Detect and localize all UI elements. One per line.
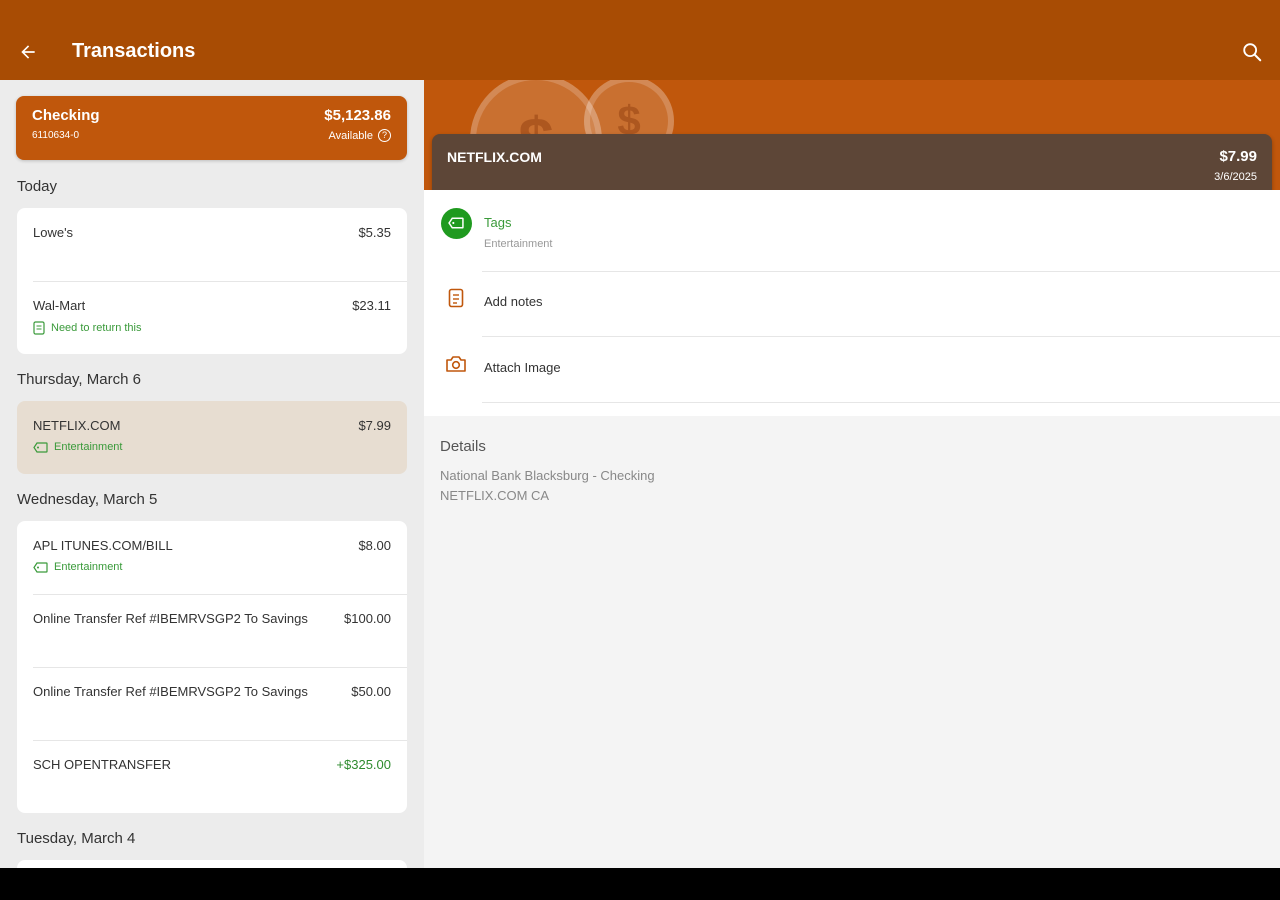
available-label: Available ? [329, 129, 391, 142]
transaction-tag-text: Entertainment [54, 561, 123, 573]
tags-label: Tags [484, 215, 512, 230]
details-merchant-line: NETFLIX.COM CA [440, 488, 550, 503]
transaction-group-today: Lowe's $5.35 Wal-Mart $23.11 Need to ret… [17, 208, 407, 354]
transaction-tag-text: Entertainment [54, 441, 123, 453]
detail-date: 3/6/2025 [1214, 171, 1257, 183]
section-heading-wed: Wednesday, March 5 [17, 491, 158, 508]
transaction-amount: $8.00 [358, 538, 391, 553]
transaction-row[interactable]: Online Transfer Ref #IBEMRVSGP2 To Savin… [17, 667, 407, 740]
transaction-name: Wal-Mart [33, 298, 86, 313]
tag-icon [33, 561, 48, 573]
transaction-note: Need to return this [33, 321, 142, 335]
tag-icon [33, 441, 48, 453]
transaction-row[interactable]: Lowe's $5.35 [17, 208, 407, 281]
attach-image-label: Attach Image [484, 360, 561, 375]
transaction-group-tue [17, 860, 407, 868]
transaction-amount: +$325.00 [336, 757, 391, 772]
tags-icon-wrap [440, 207, 472, 239]
add-notes-action[interactable]: Add notes [424, 272, 1280, 338]
transaction-row[interactable]: SCH OPENTRANSFER +$325.00 [17, 740, 407, 813]
transaction-row-selected[interactable]: NETFLIX.COM $7.99 Entertainment [17, 401, 407, 474]
transactions-list-panel[interactable]: Checking 6110634-0 $5,123.86 Available ?… [0, 80, 424, 868]
transaction-detail-panel: $ $ NETFLIX.COM $7.99 3/6/2025 Tags Ente… [424, 80, 1280, 868]
section-heading-thu: Thursday, March 6 [17, 371, 141, 388]
detail-actions: Tags Entertainment Add notes Attach Imag… [424, 190, 1280, 416]
section-heading-tue: Tuesday, March 4 [17, 830, 136, 847]
divider [482, 402, 1280, 403]
transaction-amount: $23.11 [352, 298, 391, 313]
transaction-row[interactable]: Online Transfer Ref #IBEMRVSGP2 To Savin… [17, 594, 407, 667]
transaction-amount: $100.00 [344, 611, 391, 626]
transaction-name: NETFLIX.COM [33, 418, 121, 433]
detail-amount: $7.99 [1219, 148, 1257, 165]
account-card[interactable]: Checking 6110634-0 $5,123.86 Available ? [16, 96, 407, 160]
details-account-line: National Bank Blacksburg - Checking [440, 468, 655, 483]
transaction-amount: $7.99 [358, 418, 391, 433]
search-button[interactable] [1238, 38, 1266, 66]
tags-value: Entertainment [484, 238, 553, 250]
transaction-name: Lowe's [33, 225, 74, 240]
info-icon[interactable]: ? [378, 129, 391, 142]
add-notes-label: Add notes [484, 294, 543, 309]
camera-icon [446, 356, 466, 372]
app-window: Transactions Checking 6110634-0 $5,123.8… [0, 0, 1280, 868]
transaction-tag: Entertainment [33, 561, 122, 573]
transaction-group-wed: APL ITUNES.COM/BILL $8.00 Entertainment … [17, 521, 407, 813]
top-app-bar: Transactions [0, 0, 1280, 80]
note-icon [448, 288, 464, 308]
account-number: 6110634-0 [32, 130, 80, 141]
transaction-name: APL ITUNES.COM/BILL [33, 538, 173, 553]
notes-icon-wrap [440, 282, 472, 314]
camera-icon-wrap [440, 348, 472, 380]
detail-merchant: NETFLIX.COM [447, 149, 542, 165]
transaction-amount: $5.35 [358, 225, 391, 240]
detail-header-card: NETFLIX.COM $7.99 3/6/2025 [432, 134, 1272, 198]
transaction-row[interactable]: Wal-Mart $23.11 Need to return this [17, 281, 407, 354]
section-heading-today: Today [17, 178, 58, 195]
transaction-tag: Entertainment [33, 441, 122, 453]
available-text: Available [328, 129, 373, 142]
arrow-left-icon [21, 45, 35, 59]
transaction-name: SCH OPENTRANSFER [33, 757, 171, 772]
transaction-note-text: Need to return this [51, 322, 142, 334]
account-name: Checking [32, 107, 100, 124]
attach-image-action[interactable]: Attach Image [424, 338, 1280, 404]
transaction-name: Online Transfer Ref #IBEMRVSGP2 To Savin… [33, 684, 308, 699]
note-icon [33, 321, 45, 335]
account-balance: $5,123.86 [324, 107, 391, 124]
divider [482, 336, 1280, 337]
page-title: Transactions [72, 40, 196, 62]
details-heading: Details [440, 438, 486, 455]
back-button[interactable] [14, 38, 42, 66]
tag-icon [440, 207, 472, 239]
transaction-amount: $50.00 [351, 684, 391, 699]
transaction-group-thu: NETFLIX.COM $7.99 Entertainment [17, 401, 407, 474]
tags-action[interactable]: Tags Entertainment [424, 190, 1280, 272]
transaction-row[interactable]: APL ITUNES.COM/BILL $8.00 Entertainment [17, 521, 407, 594]
search-icon [1243, 43, 1262, 62]
transaction-name: Online Transfer Ref #IBEMRVSGP2 To Savin… [33, 611, 308, 626]
